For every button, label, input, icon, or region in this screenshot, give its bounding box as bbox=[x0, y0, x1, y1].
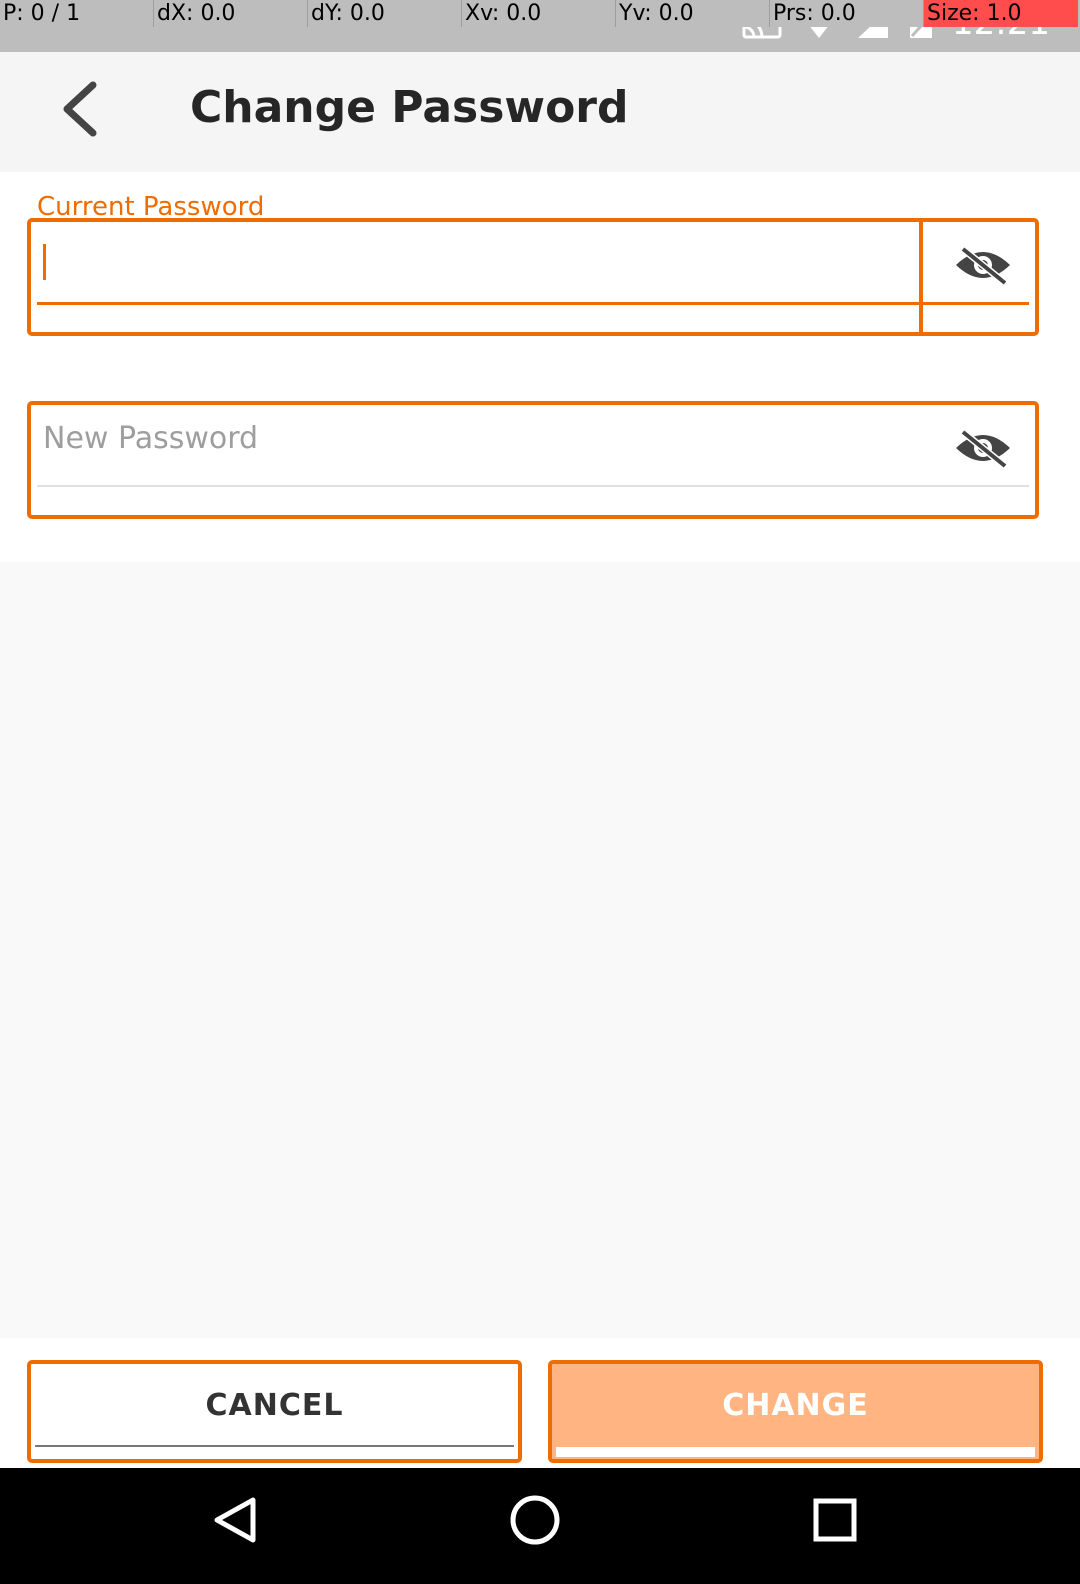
app-bar: Change Password bbox=[0, 52, 1080, 172]
debug-prs: Prs: 0.0 bbox=[770, 0, 924, 27]
debug-yv: Yv: 0.0 bbox=[616, 0, 770, 27]
button-divider bbox=[556, 1447, 1035, 1457]
password-form: Current Password New Password bbox=[0, 172, 1080, 562]
current-password-visibility-toggle[interactable] bbox=[951, 246, 1015, 288]
current-password-input[interactable] bbox=[37, 222, 1029, 306]
action-bar: CANCEL CHANGE bbox=[0, 1338, 1080, 1468]
nav-home-button[interactable] bbox=[500, 1492, 570, 1552]
debug-size: Size: 1.0 bbox=[924, 0, 1078, 27]
change-button-label: CHANGE bbox=[722, 1388, 869, 1423]
toggle-divider bbox=[919, 218, 923, 336]
nav-recents-button[interactable] bbox=[800, 1492, 870, 1552]
current-password-field bbox=[27, 218, 1039, 336]
debug-pointer: P: 0 / 1 bbox=[0, 0, 154, 27]
debug-xv: Xv: 0.0 bbox=[462, 0, 616, 27]
text-cursor bbox=[43, 244, 46, 280]
status-bar: 12:21 P: 0 / 1 dX: 0.0 dY: 0.0 Xv: 0.0 Y… bbox=[0, 0, 1080, 52]
cancel-button-label: CANCEL bbox=[205, 1388, 344, 1423]
nav-back-button[interactable] bbox=[200, 1492, 270, 1552]
pointer-debug-overlay: P: 0 / 1 dX: 0.0 dY: 0.0 Xv: 0.0 Yv: 0.0… bbox=[0, 0, 1080, 27]
new-password-visibility-toggle[interactable] bbox=[951, 429, 1015, 471]
debug-dy: dY: 0.0 bbox=[308, 0, 462, 27]
button-divider bbox=[35, 1445, 514, 1447]
new-password-input[interactable]: New Password bbox=[37, 405, 1029, 489]
new-password-placeholder: New Password bbox=[43, 421, 259, 456]
new-password-field: New Password bbox=[27, 401, 1039, 519]
debug-dx: dX: 0.0 bbox=[154, 0, 308, 27]
page-title: Change Password bbox=[190, 82, 629, 133]
change-button[interactable]: CHANGE bbox=[548, 1360, 1043, 1463]
recents-square-icon bbox=[811, 1496, 859, 1548]
cancel-button[interactable]: CANCEL bbox=[27, 1360, 522, 1463]
current-password-underline bbox=[37, 302, 1029, 305]
eye-off-icon bbox=[953, 428, 1013, 472]
system-navigation-bar bbox=[0, 1468, 1080, 1584]
back-triangle-icon bbox=[211, 1496, 259, 1548]
empty-content-area bbox=[0, 562, 1080, 1338]
home-circle-icon bbox=[508, 1493, 562, 1551]
new-password-underline bbox=[37, 485, 1029, 487]
chevron-left-icon bbox=[57, 81, 101, 141]
eye-off-icon bbox=[953, 245, 1013, 289]
back-button[interactable] bbox=[44, 76, 114, 146]
